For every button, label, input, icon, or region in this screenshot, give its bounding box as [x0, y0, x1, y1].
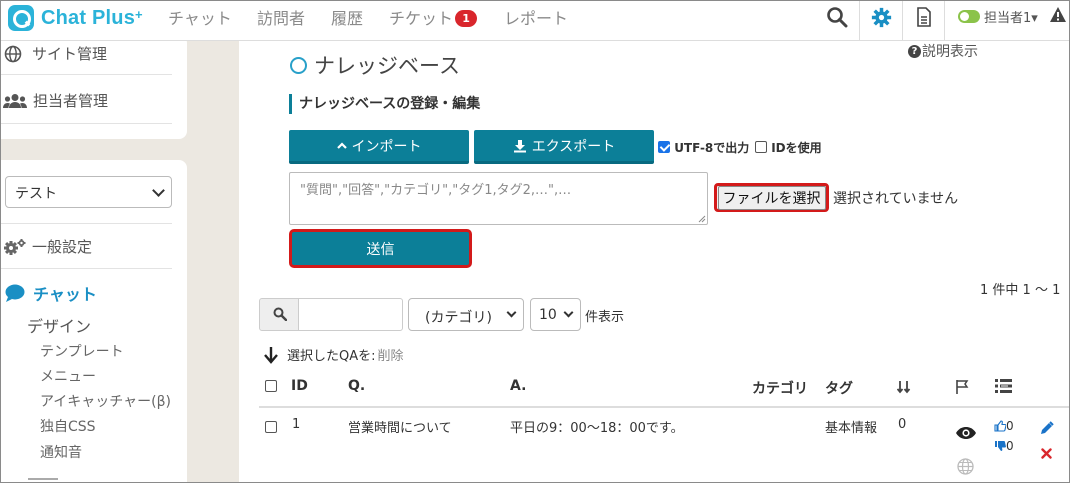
globe-icon[interactable] [957, 458, 974, 475]
divider [0, 74, 172, 75]
nav-ticket[interactable]: チケット 1 [389, 5, 478, 29]
edit-pencil-icon[interactable] [1040, 421, 1054, 435]
row-question[interactable]: 営業時間について [348, 417, 452, 436]
document-icon [917, 7, 931, 27]
globe-icon [4, 45, 22, 62]
chat-bubble-icon [8, 5, 34, 31]
column-answer[interactable]: A. [510, 378, 526, 394]
sidebar-item-custom-css[interactable]: 独自CSS [40, 416, 96, 436]
id-checkbox[interactable] [755, 141, 767, 153]
sidebar-label: 一般設定 [32, 238, 93, 256]
dislike-count: 0 [994, 439, 1014, 453]
nav-chat[interactable]: チャット [168, 5, 232, 29]
sidebar-item-eyecatcher[interactable]: アイキャッチャー(β) [40, 391, 171, 411]
arrow-down-icon [264, 346, 278, 364]
status-toggle[interactable] [958, 10, 980, 23]
flag-icon[interactable] [955, 379, 969, 394]
import-button[interactable]: インポート [289, 130, 469, 164]
textarea-placeholder: "質問","回答","カテゴリ","タグ1,タグ2,…",… [300, 183, 572, 198]
chevron-down-icon [152, 184, 165, 197]
search-input[interactable] [298, 298, 403, 331]
result-count: 1 件中 1 〜 1 [980, 283, 1061, 298]
sidebar-label: チャット [33, 285, 97, 304]
sidebar-item-notification-sound[interactable]: 通知音 [40, 442, 82, 462]
export-button[interactable]: エクスポート [474, 130, 654, 164]
sidebar-item-general[interactable]: 一般設定 [0, 236, 172, 257]
list-settings-icon[interactable] [995, 378, 1012, 394]
csv-textarea[interactable]: "質問","回答","カテゴリ","タグ1,タグ2,…",… [289, 172, 708, 225]
chatplus-logo[interactable]: Chat Plus+ [8, 5, 143, 31]
sidebar-item-template[interactable]: テンプレート [40, 341, 124, 361]
per-page-label: 件表示 [585, 310, 625, 325]
id-option[interactable]: IDを使用 [755, 139, 822, 156]
bulk-actions: 選択したQAを: 削除 [263, 345, 404, 364]
select-all-checkbox[interactable] [265, 380, 277, 392]
gears-icon [4, 238, 26, 255]
file-select-button[interactable]: ファイルを選択 [714, 183, 829, 212]
thumbs-up-icon [994, 420, 1006, 432]
download-icon [513, 139, 526, 152]
row-id: 1 [292, 417, 301, 432]
divider [0, 223, 172, 224]
utf8-checkbox[interactable] [658, 141, 670, 153]
chevron-up-icon [336, 141, 347, 149]
section-heading: ナレッジベースの登録・編集 [289, 94, 480, 114]
table-divider [259, 406, 1070, 408]
question-icon: ? [908, 44, 921, 58]
column-tag[interactable]: タグ [825, 378, 853, 398]
delete-icon[interactable] [1041, 448, 1052, 459]
chevron-down-icon [506, 307, 517, 318]
like-count: 0 [994, 419, 1014, 433]
send-button[interactable]: 送信 [289, 229, 472, 268]
users-icon [3, 93, 27, 108]
comment-icon [5, 284, 25, 302]
sidebar-item-design[interactable]: デザイン [27, 313, 91, 337]
agent-menu[interactable]: 担当者1▾ [984, 7, 1038, 26]
per-page-select[interactable]: 10 [530, 298, 581, 331]
nav-visitors[interactable]: 訪問者 [257, 5, 305, 29]
search-button[interactable] [259, 298, 299, 331]
gear-icon [871, 7, 892, 28]
nav-history[interactable]: 履歴 [331, 5, 363, 29]
document-button[interactable] [903, 0, 945, 41]
sidebar-item-staff-admin[interactable]: 担当者管理 [0, 90, 172, 111]
search-icon [273, 307, 287, 321]
sort-order-icon[interactable] [897, 380, 911, 394]
sidebar-item-site-admin[interactable]: サイト管理 [0, 43, 172, 64]
chevron-down-icon [563, 307, 574, 318]
eye-icon[interactable] [955, 426, 977, 440]
search-icon[interactable] [826, 6, 848, 28]
divider [0, 123, 172, 124]
sidebar-item-menu[interactable]: メニュー [40, 366, 96, 386]
column-question[interactable]: Q. [348, 378, 365, 394]
warning-icon[interactable] [1049, 6, 1067, 24]
column-id[interactable]: ID [291, 378, 308, 394]
sidebar-item-chat[interactable]: チャット [0, 281, 172, 305]
sidebar-label: 担当者管理 [33, 92, 109, 110]
category-select[interactable]: (カテゴリ) [408, 298, 524, 331]
divider [0, 268, 172, 269]
site-select[interactable]: テスト [5, 176, 172, 208]
sidebar-label: サイト管理 [32, 45, 108, 63]
page-title: ナレッジベース [290, 50, 460, 80]
file-status: 選択されていません [833, 191, 959, 207]
help-toggle[interactable]: ? 説明表示 [908, 41, 978, 61]
bulk-delete-link[interactable]: 削除 [378, 345, 404, 364]
row-order: 0 [898, 417, 907, 432]
row-checkbox[interactable] [265, 421, 277, 433]
top-navbar: Chat Plus+ チャット 訪問者 履歴 チケット 1 レポート 担当者1▾ [0, 0, 1070, 41]
cutoff-item [28, 478, 58, 483]
utf8-option[interactable]: UTF-8で出力 [658, 139, 749, 156]
row-tag: 基本情報 [825, 421, 878, 436]
thumbs-down-icon [995, 441, 1006, 451]
sidebar-admin-card: サイト管理 担当者管理 [0, 35, 187, 139]
resize-handle-icon[interactable] [698, 215, 706, 223]
row-answer: 平日の9：00〜18：00です。 [510, 421, 684, 436]
settings-button[interactable] [859, 0, 903, 41]
ticket-badge: 1 [455, 10, 478, 27]
circle-icon [290, 56, 307, 74]
nav-report[interactable]: レポート [504, 5, 568, 29]
logo-text: Chat Plus+ [41, 6, 143, 29]
column-category[interactable]: カテゴリ [752, 378, 808, 398]
